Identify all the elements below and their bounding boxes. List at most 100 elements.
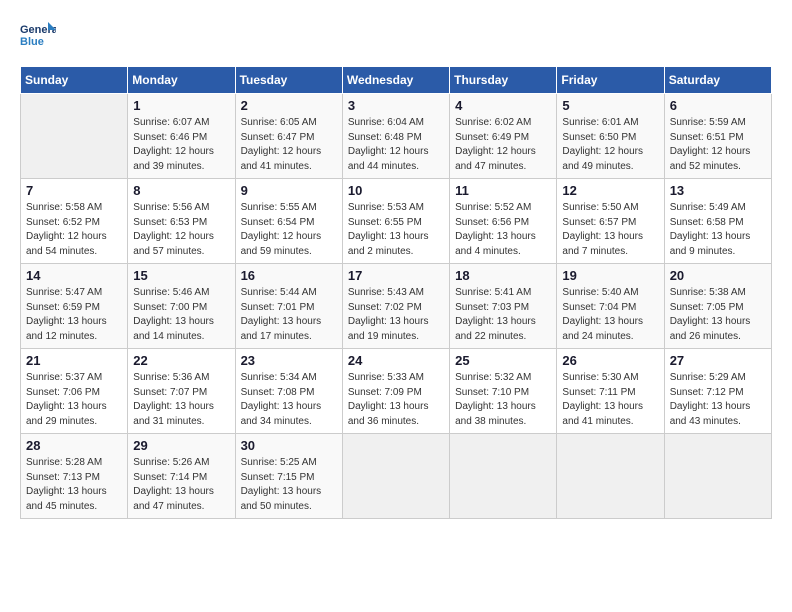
day-number: 9 — [241, 183, 337, 198]
calendar-cell: 1 Sunrise: 6:07 AM Sunset: 6:46 PM Daylig… — [128, 94, 235, 179]
day-number: 24 — [348, 353, 444, 368]
calendar-cell: 9 Sunrise: 5:55 AM Sunset: 6:54 PM Daylig… — [235, 179, 342, 264]
day-info: Sunrise: 5:40 AM Sunset: 7:04 PM Dayligh… — [562, 286, 658, 344]
day-info: Sunrise: 5:32 AM Sunset: 7:10 PM Dayligh… — [455, 371, 551, 429]
day-number: 6 — [670, 98, 766, 113]
day-number: 5 — [562, 98, 658, 113]
day-info: Sunrise: 5:44 AM Sunset: 7:01 PM Dayligh… — [241, 286, 337, 344]
day-info: Sunrise: 5:47 AM Sunset: 6:59 PM Dayligh… — [26, 286, 122, 344]
day-number: 12 — [562, 183, 658, 198]
calendar-cell: 21 Sunrise: 5:37 AM Sunset: 7:06 PM Dayli… — [21, 349, 128, 434]
weekday-header-monday: Monday — [128, 67, 235, 94]
day-number: 15 — [133, 268, 229, 283]
day-info: Sunrise: 6:07 AM Sunset: 6:46 PM Dayligh… — [133, 116, 229, 174]
calendar-cell: 12 Sunrise: 5:50 AM Sunset: 6:57 PM Dayli… — [557, 179, 664, 264]
day-number: 4 — [455, 98, 551, 113]
day-info: Sunrise: 6:02 AM Sunset: 6:49 PM Dayligh… — [455, 116, 551, 174]
day-info: Sunrise: 5:46 AM Sunset: 7:00 PM Dayligh… — [133, 286, 229, 344]
calendar-cell — [21, 94, 128, 179]
calendar-cell: 4 Sunrise: 6:02 AM Sunset: 6:49 PM Daylig… — [450, 94, 557, 179]
day-info: Sunrise: 6:05 AM Sunset: 6:47 PM Dayligh… — [241, 116, 337, 174]
day-number: 29 — [133, 438, 229, 453]
day-number: 26 — [562, 353, 658, 368]
calendar-cell: 22 Sunrise: 5:36 AM Sunset: 7:07 PM Dayli… — [128, 349, 235, 434]
day-number: 20 — [670, 268, 766, 283]
day-info: Sunrise: 5:37 AM Sunset: 7:06 PM Dayligh… — [26, 371, 122, 429]
header-row: SundayMondayTuesdayWednesdayThursdayFrid… — [21, 67, 772, 94]
day-number: 17 — [348, 268, 444, 283]
calendar-week-4: 21 Sunrise: 5:37 AM Sunset: 7:06 PM Dayli… — [21, 349, 772, 434]
day-number: 21 — [26, 353, 122, 368]
day-number: 2 — [241, 98, 337, 113]
day-number: 28 — [26, 438, 122, 453]
calendar-week-1: 1 Sunrise: 6:07 AM Sunset: 6:46 PM Daylig… — [21, 94, 772, 179]
calendar-cell: 6 Sunrise: 5:59 AM Sunset: 6:51 PM Daylig… — [664, 94, 771, 179]
day-number: 19 — [562, 268, 658, 283]
svg-text:Blue: Blue — [20, 36, 44, 48]
calendar-cell — [557, 434, 664, 519]
day-number: 8 — [133, 183, 229, 198]
calendar-cell: 25 Sunrise: 5:32 AM Sunset: 7:10 PM Dayli… — [450, 349, 557, 434]
calendar-week-5: 28 Sunrise: 5:28 AM Sunset: 7:13 PM Dayli… — [21, 434, 772, 519]
calendar-cell: 5 Sunrise: 6:01 AM Sunset: 6:50 PM Daylig… — [557, 94, 664, 179]
calendar-cell — [342, 434, 449, 519]
day-number: 14 — [26, 268, 122, 283]
day-number: 1 — [133, 98, 229, 113]
day-info: Sunrise: 5:36 AM Sunset: 7:07 PM Dayligh… — [133, 371, 229, 429]
calendar-cell: 13 Sunrise: 5:49 AM Sunset: 6:58 PM Dayli… — [664, 179, 771, 264]
day-info: Sunrise: 5:59 AM Sunset: 6:51 PM Dayligh… — [670, 116, 766, 174]
day-info: Sunrise: 5:30 AM Sunset: 7:11 PM Dayligh… — [562, 371, 658, 429]
calendar-cell: 15 Sunrise: 5:46 AM Sunset: 7:00 PM Dayli… — [128, 264, 235, 349]
logo-icon: General Blue — [20, 20, 56, 50]
calendar-week-3: 14 Sunrise: 5:47 AM Sunset: 6:59 PM Dayli… — [21, 264, 772, 349]
day-number: 27 — [670, 353, 766, 368]
calendar-cell: 29 Sunrise: 5:26 AM Sunset: 7:14 PM Dayli… — [128, 434, 235, 519]
calendar-cell: 2 Sunrise: 6:05 AM Sunset: 6:47 PM Daylig… — [235, 94, 342, 179]
day-info: Sunrise: 5:53 AM Sunset: 6:55 PM Dayligh… — [348, 201, 444, 259]
calendar-cell: 17 Sunrise: 5:43 AM Sunset: 7:02 PM Dayli… — [342, 264, 449, 349]
day-info: Sunrise: 5:25 AM Sunset: 7:15 PM Dayligh… — [241, 456, 337, 514]
weekday-header-sunday: Sunday — [21, 67, 128, 94]
day-info: Sunrise: 5:43 AM Sunset: 7:02 PM Dayligh… — [348, 286, 444, 344]
day-number: 3 — [348, 98, 444, 113]
day-number: 22 — [133, 353, 229, 368]
day-info: Sunrise: 5:26 AM Sunset: 7:14 PM Dayligh… — [133, 456, 229, 514]
weekday-header-friday: Friday — [557, 67, 664, 94]
weekday-header-thursday: Thursday — [450, 67, 557, 94]
day-info: Sunrise: 6:01 AM Sunset: 6:50 PM Dayligh… — [562, 116, 658, 174]
calendar-cell: 7Sunrise: 5:58 AM Sunset: 6:52 PM Daylig… — [21, 179, 128, 264]
calendar-cell: 14 Sunrise: 5:47 AM Sunset: 6:59 PM Dayli… — [21, 264, 128, 349]
calendar-cell — [450, 434, 557, 519]
day-info: Sunrise: 5:28 AM Sunset: 7:13 PM Dayligh… — [26, 456, 122, 514]
calendar-week-2: 7Sunrise: 5:58 AM Sunset: 6:52 PM Daylig… — [21, 179, 772, 264]
day-info: Sunrise: 5:34 AM Sunset: 7:08 PM Dayligh… — [241, 371, 337, 429]
day-number: 7 — [26, 183, 122, 198]
day-info: Sunrise: 5:50 AM Sunset: 6:57 PM Dayligh… — [562, 201, 658, 259]
day-number: 16 — [241, 268, 337, 283]
calendar-cell: 20Sunrise: 5:38 AM Sunset: 7:05 PM Dayli… — [664, 264, 771, 349]
calendar-cell: 11Sunrise: 5:52 AM Sunset: 6:56 PM Dayli… — [450, 179, 557, 264]
day-number: 11 — [455, 183, 551, 198]
day-info: Sunrise: 5:56 AM Sunset: 6:53 PM Dayligh… — [133, 201, 229, 259]
logo: General Blue — [20, 20, 60, 50]
day-number: 30 — [241, 438, 337, 453]
day-info: Sunrise: 5:41 AM Sunset: 7:03 PM Dayligh… — [455, 286, 551, 344]
day-info: Sunrise: 5:49 AM Sunset: 6:58 PM Dayligh… — [670, 201, 766, 259]
day-info: Sunrise: 6:04 AM Sunset: 6:48 PM Dayligh… — [348, 116, 444, 174]
calendar-cell: 28 Sunrise: 5:28 AM Sunset: 7:13 PM Dayli… — [21, 434, 128, 519]
calendar-cell: 19 Sunrise: 5:40 AM Sunset: 7:04 PM Dayli… — [557, 264, 664, 349]
day-number: 18 — [455, 268, 551, 283]
day-number: 25 — [455, 353, 551, 368]
calendar-cell: 3 Sunrise: 6:04 AM Sunset: 6:48 PM Daylig… — [342, 94, 449, 179]
calendar-cell: 30 Sunrise: 5:25 AM Sunset: 7:15 PM Dayli… — [235, 434, 342, 519]
calendar-cell: 18 Sunrise: 5:41 AM Sunset: 7:03 PM Dayli… — [450, 264, 557, 349]
calendar-cell — [664, 434, 771, 519]
day-info: Sunrise: 5:29 AM Sunset: 7:12 PM Dayligh… — [670, 371, 766, 429]
calendar-cell: 23 Sunrise: 5:34 AM Sunset: 7:08 PM Dayli… — [235, 349, 342, 434]
weekday-header-saturday: Saturday — [664, 67, 771, 94]
day-number: 10 — [348, 183, 444, 198]
calendar-cell: 24Sunrise: 5:33 AM Sunset: 7:09 PM Dayli… — [342, 349, 449, 434]
day-info: Sunrise: 5:55 AM Sunset: 6:54 PM Dayligh… — [241, 201, 337, 259]
day-number: 23 — [241, 353, 337, 368]
day-number: 13 — [670, 183, 766, 198]
